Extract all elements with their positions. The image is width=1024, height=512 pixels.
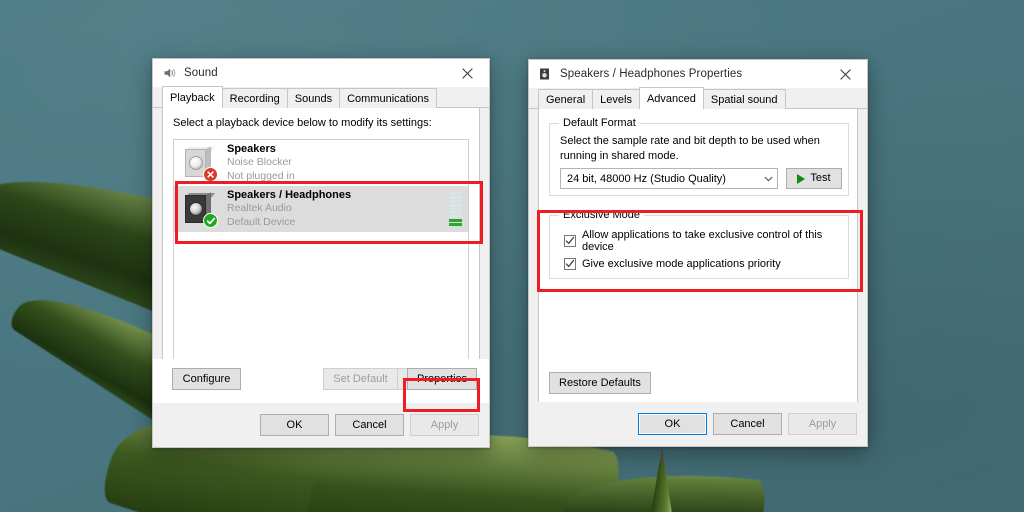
exclusive-control-checkbox-row[interactable]: Allow applications to take exclusive con… <box>564 229 840 253</box>
apply-button[interactable]: Apply <box>410 414 479 436</box>
sample-rate-value: 24 bit, 48000 Hz (Studio Quality) <box>567 172 726 185</box>
device-driver: Noise Blocker <box>227 156 292 169</box>
volume-meter-segment <box>449 211 462 215</box>
checkbox-icon[interactable] <box>564 258 576 270</box>
tab-recording-label: Recording <box>229 92 280 105</box>
device-status: Default Device <box>227 215 296 228</box>
device-driver: Realtek Audio <box>227 202 292 215</box>
device-status: Not plugged in <box>227 169 295 182</box>
sound-dialog-title: Sound <box>184 67 218 79</box>
volume-meter-segment <box>449 223 462 226</box>
properties-button[interactable]: Properties <box>407 368 478 390</box>
tab-general[interactable]: General <box>538 89 594 109</box>
ok-button[interactable]: OK <box>260 414 329 436</box>
chevron-down-icon[interactable] <box>759 176 777 182</box>
tab-sounds[interactable]: Sounds <box>286 88 341 108</box>
volume-meter-segment <box>449 203 462 207</box>
speaker-icon <box>182 144 218 182</box>
checkbox-icon[interactable] <box>564 235 576 247</box>
device-text: Speakers Noise Blocker Not plugged in <box>227 143 449 183</box>
exclusive-control-label: Allow applications to take exclusive con… <box>582 229 823 253</box>
sound-dialog-footer: OK Cancel Apply <box>153 403 489 447</box>
properties-dialog-tabstrip: General Levels Advanced Spatial sound <box>529 87 867 109</box>
ok-button[interactable]: OK <box>638 413 707 435</box>
exclusive-priority-checkbox-row[interactable]: Give exclusive mode applications priorit… <box>564 258 840 270</box>
sound-dialog-titlebar[interactable]: Sound <box>153 59 489 87</box>
speakers-headphones-properties-dialog: Speakers / Headphones Properties General… <box>528 59 868 447</box>
list-item[interactable]: Speakers Noise Blocker Not plugged in <box>174 140 468 186</box>
tab-spatial-sound-label: Spatial sound <box>710 93 778 106</box>
properties-dialog-titlebar[interactable]: Speakers / Headphones Properties <box>529 60 867 88</box>
close-icon[interactable] <box>823 60 867 88</box>
tab-recording[interactable]: Recording <box>221 88 288 108</box>
tab-sounds-label: Sounds <box>294 92 333 105</box>
volume-meter-segment <box>449 207 462 211</box>
tab-general-label: General <box>546 93 586 106</box>
default-format-group: Default Format Select the sample rate an… <box>549 117 849 196</box>
tab-playback-label: Playback <box>170 91 215 104</box>
sample-rate-dropdown[interactable]: 24 bit, 48000 Hz (Studio Quality) <box>560 168 778 189</box>
default-format-description: Select the sample rate and bit depth to … <box>560 135 820 162</box>
tab-levels[interactable]: Levels <box>592 89 640 109</box>
properties-dialog-title: Speakers / Headphones Properties <box>560 68 743 80</box>
volume-meter-segment <box>449 191 462 195</box>
tab-advanced[interactable]: Advanced <box>638 87 704 109</box>
volume-meter-segment <box>449 219 462 223</box>
set-default-button[interactable]: Set Default <box>323 368 397 390</box>
advanced-tab-pane: Default Format Select the sample rate an… <box>538 109 858 409</box>
sound-action-row: Configure Set Default Properties <box>153 359 489 403</box>
speaker-icon <box>182 190 218 228</box>
default-format-group-title: Default Format <box>559 117 640 129</box>
close-icon[interactable] <box>445 59 489 87</box>
set-default-split-button[interactable]: Set Default <box>323 368 413 390</box>
cancel-button[interactable]: Cancel <box>335 414 404 436</box>
desktop-background: Sound Playback Recording Sounds Communic… <box>0 0 1024 512</box>
properties-dialog-footer: OK Cancel Apply <box>529 402 867 446</box>
test-button-label: Test <box>810 172 831 184</box>
tab-spatial-sound[interactable]: Spatial sound <box>702 89 786 109</box>
exclusive-mode-group-title: Exclusive Mode <box>559 209 645 221</box>
list-item[interactable]: Speakers / Headphones Realtek Audio Defa… <box>174 186 468 232</box>
apply-button[interactable]: Apply <box>788 413 857 435</box>
playback-instruction: Select a playback device below to modify… <box>173 117 432 129</box>
play-icon <box>797 173 806 184</box>
volume-meter-segment <box>449 215 462 219</box>
tab-playback[interactable]: Playback <box>162 86 223 108</box>
volume-meter <box>449 146 462 180</box>
exclusive-priority-label: Give exclusive mode applications priorit… <box>582 258 781 270</box>
restore-defaults-button[interactable]: Restore Defaults <box>549 372 651 394</box>
exclusive-mode-group: Exclusive Mode Allow applications to tak… <box>549 209 849 279</box>
playback-tab-pane: Select a playback device below to modify… <box>162 108 480 383</box>
sound-speaker-icon <box>162 66 176 80</box>
tab-advanced-label: Advanced <box>646 92 696 105</box>
tab-communications-label: Communications <box>347 92 430 105</box>
sound-dialog-tabstrip: Playback Recording Sounds Communications <box>153 86 489 108</box>
device-name: Speakers <box>227 142 276 155</box>
tab-levels-label: Levels <box>600 93 632 106</box>
device-text: Speakers / Headphones Realtek Audio Defa… <box>227 189 449 229</box>
cancel-button[interactable]: Cancel <box>713 413 782 435</box>
tab-communications[interactable]: Communications <box>339 88 438 108</box>
configure-button[interactable]: Configure <box>172 368 241 390</box>
sound-dialog: Sound Playback Recording Sounds Communic… <box>152 58 490 448</box>
playback-device-list[interactable]: Speakers Noise Blocker Not plugged in Sp… <box>173 139 469 372</box>
volume-meter-segment <box>449 195 462 199</box>
volume-meter <box>449 191 462 226</box>
default-device-check-badge <box>203 213 218 228</box>
error-badge <box>203 167 218 182</box>
device-name: Speakers / Headphones <box>227 188 352 201</box>
test-button[interactable]: Test <box>786 168 842 189</box>
volume-meter-segment <box>449 199 462 203</box>
speaker-properties-icon <box>538 67 552 81</box>
